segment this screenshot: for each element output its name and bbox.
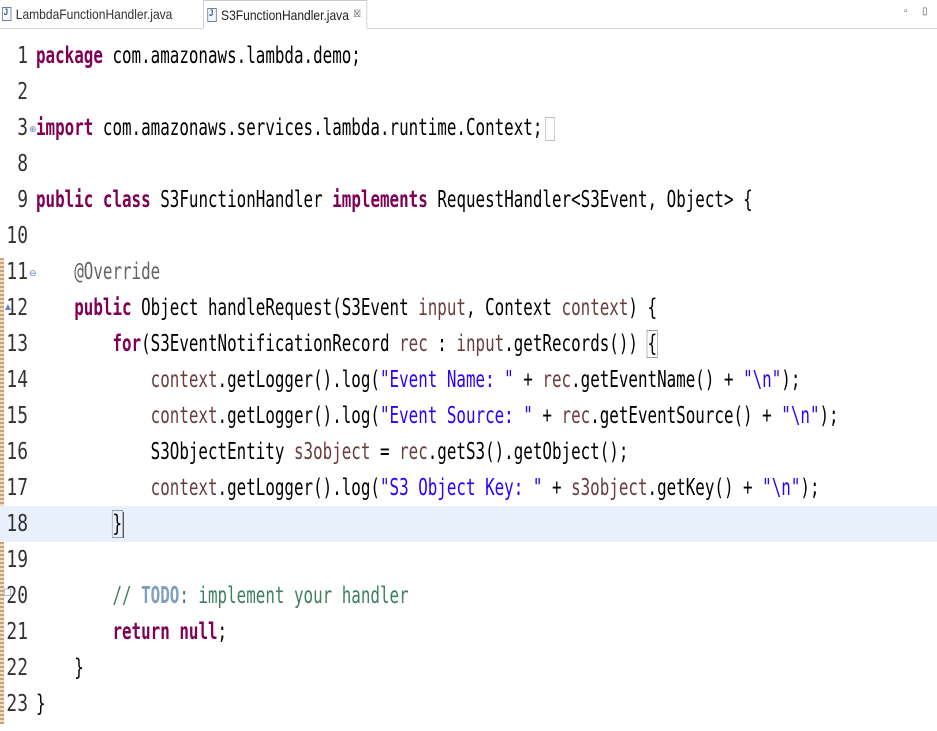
line-number: 18 [6,511,28,537]
code-line[interactable]: 21 return null; [0,614,937,650]
line-number: 22 [6,655,28,681]
code-text: for(S3EventNotificationRecord rec : inpu… [112,330,658,358]
line-number: 13 [6,331,28,357]
code-text: context.getLogger().log("S3 Object Key: … [150,475,820,501]
code-line[interactable]: 2 [0,74,937,110]
code-line[interactable]: ▲ 12 public Object handleRequest(S3Event… [0,290,937,326]
code-line[interactable]: 3 ⊕ import com.amazonaws.services.lambda… [0,110,937,146]
java-file-icon [2,6,12,21]
line-number: 12 [6,295,28,321]
code-line[interactable]: 10 [0,218,937,254]
code-line-current[interactable]: 18 } [0,506,937,542]
line-number: 9 [17,187,28,213]
code-line[interactable]: 11 ⊖ @Override [0,254,937,290]
code-line[interactable]: 16 S3ObjectEntity s3object = rec.getS3()… [0,434,937,470]
close-tab-icon[interactable]: ☒ [353,9,361,20]
code-text: } [111,510,124,538]
tab-label: LambdaFunctionHandler.java [15,5,173,22]
line-number: 8 [17,151,28,177]
code-text: @Override [74,259,161,285]
code-text: } [36,655,84,681]
code-line[interactable]: 17 context.getLogger().log("S3 Object Ke… [0,470,937,506]
line-number: 23 [6,691,28,717]
code-line[interactable]: 9 public class S3FunctionHandler impleme… [0,182,937,218]
line-number: 15 [6,403,28,429]
code-text: S3ObjectEntity s3object = rec.getS3().ge… [36,439,629,465]
text-cursor [122,511,124,538]
line-number: 19 [6,547,28,573]
code-line[interactable]: ☐ 20 // TODO: implement your handler [0,578,937,614]
code-line[interactable]: 19 [0,542,937,578]
code-line[interactable]: 8 [0,146,937,182]
minimize-icon[interactable]: ▫ [904,6,908,17]
line-number: 1 [17,43,28,69]
code-text: } [36,691,46,717]
code-text: public class S3FunctionHandler implement… [36,187,753,213]
code-text: context.getLogger().log("Event Source: "… [150,403,839,429]
tab-label: S3FunctionHandler.java [221,6,349,23]
code-editor[interactable]: 1 package com.amazonaws.lambda.demo; 2 3… [0,28,937,731]
code-text: // TODO: implement your handler [112,583,409,609]
maximize-icon[interactable]: ▯ [922,6,928,17]
code-text: import com.amazonaws.services.lambda.run… [36,115,555,141]
line-number: 2 [17,79,28,105]
line-number: 11 [6,259,28,285]
editor-tab-bar: LambdaFunctionHandler.java S3FunctionHan… [0,0,937,29]
code-line[interactable]: 1 package com.amazonaws.lambda.demo; [0,38,937,74]
line-number: 20 [6,583,28,609]
line-number: 17 [6,475,28,501]
code-line[interactable]: 15 context.getLogger().log("Event Source… [0,398,937,434]
tab-lambda-function-handler[interactable]: LambdaFunctionHandler.java [2,0,172,27]
code-text: package com.amazonaws.lambda.demo; [36,43,361,69]
collapsed-imports-indicator [545,116,555,141]
code-line[interactable]: 13 for(S3EventNotificationRecord rec : i… [0,326,937,362]
code-line[interactable]: 22 } [0,650,937,686]
line-number: 14 [6,367,28,393]
line-number: 16 [6,439,28,465]
java-file-icon [207,7,217,22]
code-text: return null; [112,619,228,645]
tab-s3-function-handler[interactable]: S3FunctionHandler.java ☒ [203,0,367,29]
line-number: 3 [17,115,28,141]
code-text: public Object handleRequest(S3Event inpu… [74,295,658,321]
code-text: context.getLogger().log("Event Name: " +… [150,367,801,393]
code-line[interactable]: 23 } [0,686,937,722]
line-number: 21 [6,619,28,645]
line-number: 10 [6,223,28,249]
code-line[interactable]: 14 context.getLogger().log("Event Name: … [0,362,937,398]
